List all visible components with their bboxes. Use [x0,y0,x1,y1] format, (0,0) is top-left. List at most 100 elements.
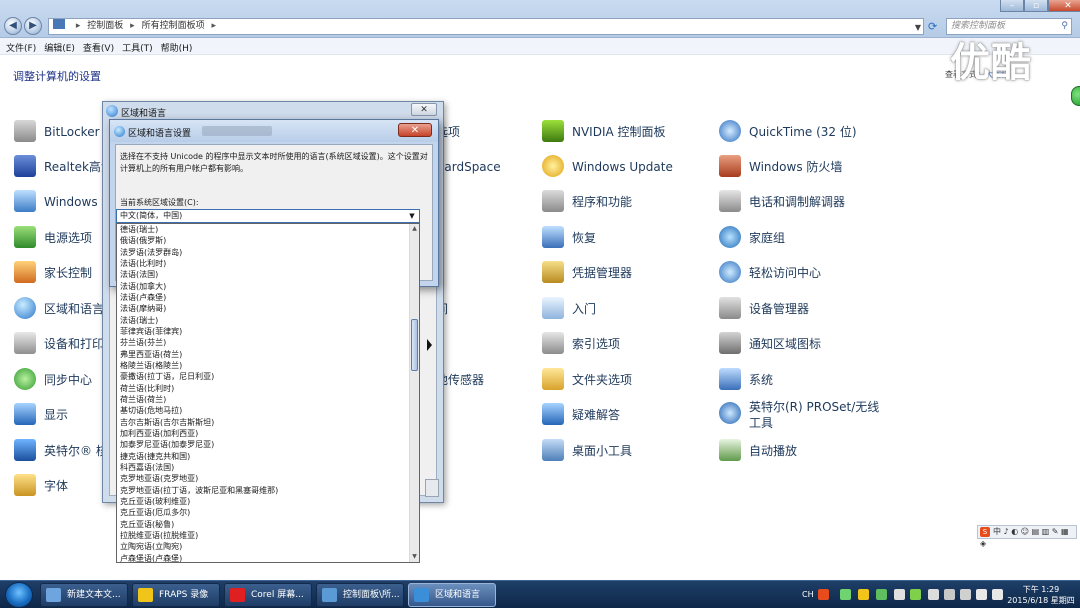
breadcrumb-control-panel[interactable]: 控制面板 [87,21,123,31]
nvidia-tray-icon[interactable] [894,589,905,600]
cp-item-notification-area[interactable]: 通知区域图标 [719,332,821,356]
tray-app-icon[interactable] [910,589,921,600]
locale-option[interactable]: 法语(瑞士) [117,315,419,326]
cp-item-parental[interactable]: 家长控制 [14,261,92,285]
cp-item-bitlocker[interactable]: BitLocker 驱 [14,120,115,144]
locale-option[interactable]: 科西嘉语(法国) [117,462,419,473]
chevron-down-icon[interactable]: ▼ [406,211,418,221]
taskbar-item[interactable]: 区域和语言 [408,583,496,607]
locale-option[interactable]: 法语(摩纳哥) [117,303,419,314]
minimize-button[interactable]: – [1000,0,1024,12]
start-button[interactable] [5,582,33,608]
forward-button[interactable]: ▶ [24,17,42,35]
floating-widget-icon[interactable] [1071,86,1080,106]
cp-item-credential[interactable]: 凭据管理器 [542,261,632,285]
scrollbar-thumb[interactable] [411,319,418,371]
cp-item-windows-mobility[interactable]: Windows 移 [14,190,113,214]
locale-option[interactable]: 法语(卢森堡) [117,292,419,303]
cp-item-intel-graphics[interactable]: 英特尔® 核 [14,439,108,463]
cp-item-cardspace[interactable]: CardSpace [436,155,501,179]
locale-option[interactable]: 德语(瑞士) [117,224,419,235]
cp-item-windows-update[interactable]: Windows Update [542,155,673,179]
locale-option[interactable]: 法罗语(法罗群岛) [117,247,419,258]
chevron-down-icon[interactable]: ▼ [915,20,921,35]
taskbar-item[interactable]: 新建文本文... [40,583,128,607]
locale-option[interactable]: 克罗地亚语(拉丁语，波斯尼亚和黑塞哥维那) [117,485,419,496]
locale-option[interactable]: 捷克语(捷克共和国) [117,451,419,462]
taskbar-item[interactable]: Corel 屏幕... [224,583,312,607]
locale-option[interactable]: 吉尔吉斯语(吉尔吉斯斯坦) [117,417,419,428]
cp-item-autoplay[interactable]: 自动播放 [719,439,797,463]
dropdown-scrollbar[interactable]: ▲ ▼ [409,224,419,562]
cp-item-intel-proset[interactable]: 英特尔(R) PROSet/无线工具 [719,399,889,433]
cp-item-phone-modem[interactable]: 电话和调制解调器 [719,190,845,214]
locale-option[interactable]: 加泰罗尼亚语(加泰罗尼亚) [117,439,419,450]
locale-option[interactable]: 荷兰语(比利时) [117,383,419,394]
display-tray-icon[interactable] [960,589,971,600]
locale-option[interactable]: 格陵兰语(格陵兰) [117,360,419,371]
wifi-icon[interactable] [976,589,987,600]
tray-tools-icon[interactable] [928,589,939,600]
security-icon[interactable] [858,589,869,600]
locale-option[interactable]: 克罗地亚语(克罗地亚) [117,473,419,484]
search-icon[interactable]: ⚲ [1061,19,1068,34]
cp-item-firewall[interactable]: Windows 防火墙 [719,155,842,179]
cp-item-display[interactable]: 显示 [14,403,68,427]
address-bar[interactable]: ▸ 控制面板 ▸ 所有控制面板项 ▸ ▼ [48,18,924,35]
dialog-button-partial[interactable] [425,479,439,497]
menu-tools[interactable]: 工具(T) [116,38,155,54]
locale-option[interactable]: 芬兰语(芬兰) [117,337,419,348]
flag-icon[interactable] [944,589,955,600]
menu-view[interactable]: 查看(V) [77,38,116,54]
maximize-button[interactable]: ▫ [1024,0,1048,12]
locale-option[interactable]: 克丘亚语(秘鲁) [117,519,419,530]
breadcrumb-all-items[interactable]: 所有控制面板项 [142,21,205,31]
scroll-down-icon[interactable]: ▼ [410,552,419,562]
locale-option[interactable]: 法语(加拿大) [117,281,419,292]
menu-help[interactable]: 帮助(H) [155,38,195,54]
cp-item-region-language[interactable]: 区域和语言 [14,297,104,321]
cp-item-ease-of-access[interactable]: 轻松访问中心 [719,261,821,285]
cp-item-programs[interactable]: 程序和功能 [542,190,632,214]
menu-edit[interactable]: 编辑(E) [38,38,77,54]
cp-item-fonts[interactable]: 字体 [14,474,68,498]
cp-item-sync-center[interactable]: 同步中心 [14,368,92,392]
cp-item-indexing[interactable]: 索引选项 [542,332,620,356]
cp-item-troubleshooting[interactable]: 疑难解答 [542,403,620,427]
locale-option[interactable]: 基切语(危地马拉) [117,405,419,416]
refresh-icon[interactable]: ⟳ [928,18,942,35]
system-clock[interactable]: 下午 1:29 2015/6/18 星期四 [1006,584,1076,606]
cp-item-gadgets[interactable]: 桌面小工具 [542,439,632,463]
shield-icon[interactable] [876,589,887,600]
volume-icon[interactable] [992,589,1003,600]
ime-toolbar-buttons[interactable]: 中 ♪ ◐ ☺ ▤ ▥ ✎ ▦ ◈ [980,527,1069,548]
ime-indicator[interactable]: CH [802,590,814,599]
locale-option[interactable]: 加利西亚语(加利西亚) [117,428,419,439]
sogou-ime-icon[interactable]: S [980,527,990,537]
cp-item-realtek[interactable]: Realtek高清 [14,155,113,179]
locale-option[interactable]: 豪撒语(拉丁语，尼日利亚) [117,371,419,382]
cp-item-homegroup[interactable]: 家庭组 [719,226,785,250]
cp-item-folder-options[interactable]: 文件夹选项 [542,368,632,392]
cp-item-devices-printers[interactable]: 设备和打印 [14,332,104,356]
dialog-close-button[interactable]: ✕ [411,103,437,116]
cp-item-device-manager[interactable]: 设备管理器 [719,297,809,321]
locale-option[interactable]: 荷兰语(荷兰) [117,394,419,405]
close-button[interactable]: ✕ [1048,0,1080,12]
locale-option[interactable]: 立陶宛语(立陶宛) [117,541,419,552]
locale-option[interactable]: 拉脱维亚语(拉脱维亚) [117,530,419,541]
back-button[interactable]: ◀ [4,17,22,35]
system-locale-select[interactable]: 中文(简体，中国) ▼ [116,209,420,223]
locale-option[interactable]: 弗里西亚语(荷兰) [117,349,419,360]
cp-item-nvidia[interactable]: NVIDIA 控制面板 [542,120,666,144]
cp-item-quicktime[interactable]: QuickTime (32 位) [719,120,857,144]
taskbar-item[interactable]: FRAPS 录像 [132,583,220,607]
cp-item-system[interactable]: 系统 [719,368,773,392]
locale-dropdown-list[interactable]: 德语(瑞士) 俄语(俄罗斯) 法罗语(法罗群岛) 法语(比利时) 法语(法国) 法语(加拿… [116,223,420,563]
locale-option[interactable]: 克丘亚语(玻利维亚) [117,496,419,507]
sogou-tray-icon[interactable] [818,589,829,600]
locale-option[interactable]: 法语(比利时) [117,258,419,269]
menu-file[interactable]: 文件(F) [0,38,38,54]
locale-option[interactable]: 俄语(俄罗斯) [117,235,419,246]
locale-option[interactable]: 法语(法国) [117,269,419,280]
